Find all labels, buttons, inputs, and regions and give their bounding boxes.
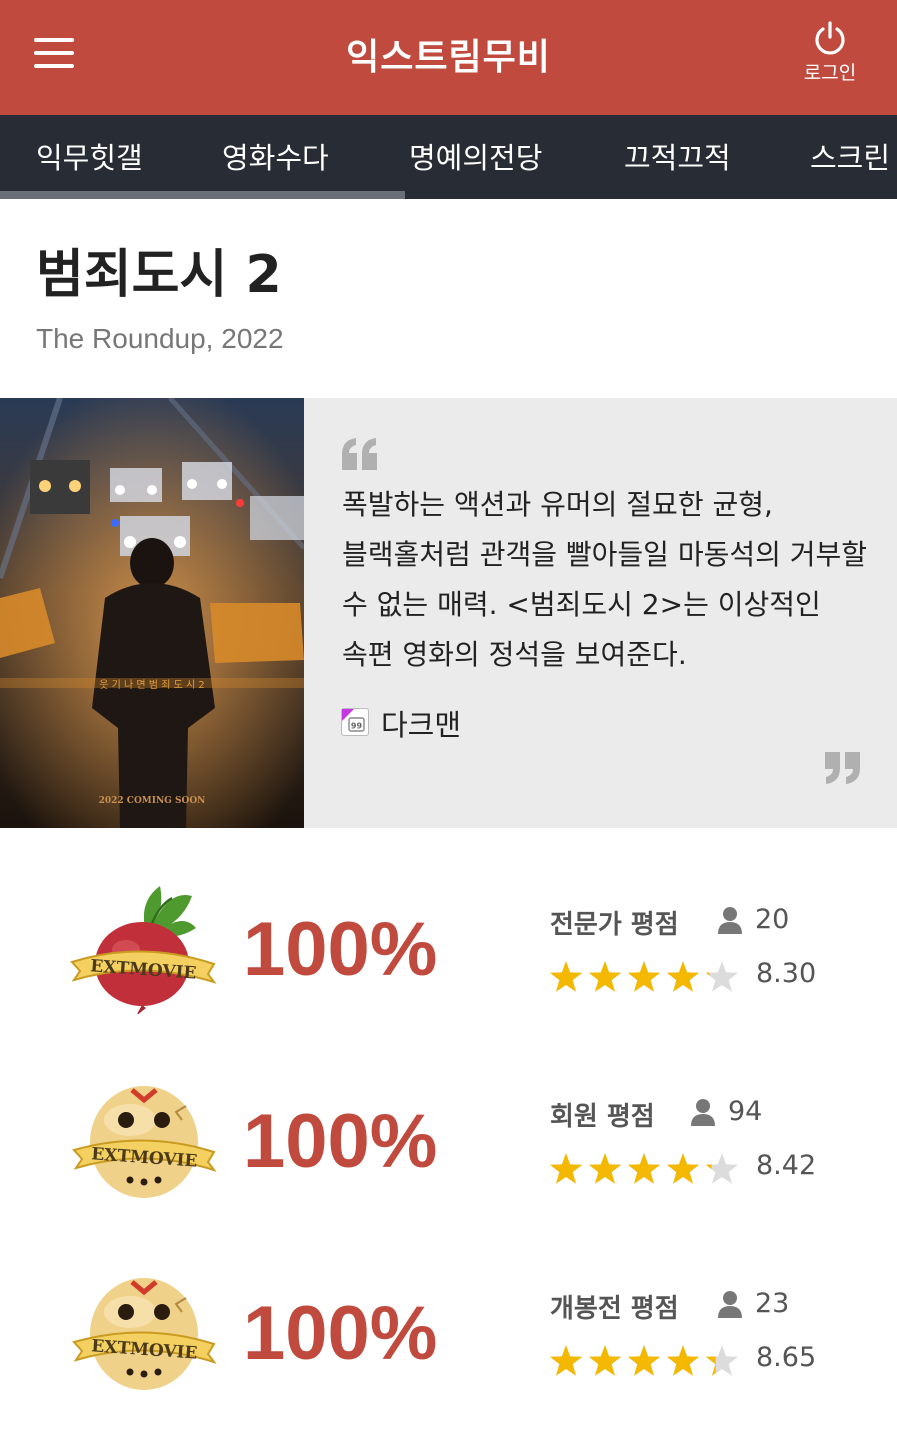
jason-mask-icon: EXTMOVIE [72,1086,217,1198]
movie-title: 범죄도시 2 [36,245,282,305]
average-rating: 8.65 [756,1342,817,1373]
score-percent: 100% [243,1291,438,1376]
movie-subtitle: The Roundup, 2022 [36,323,284,354]
average-rating: 8.42 [756,1150,817,1181]
star-filled-icon [549,961,583,992]
login-label: 로그인 [803,62,857,84]
top-bar: 익스트림무비 로그인 [0,0,897,115]
star-filled-icon [627,961,661,992]
poster-tagline: 웃 기 나 면 범 죄 도 시 2 [99,679,204,691]
score-row-prerelease[interactable]: EXTMOVIE 100% 개봉전 평점 23 8.65 [0,1268,897,1418]
critic-badge-icon: 99 [341,708,369,736]
score-percent: 100% [243,1099,438,1184]
review-quote: 폭발하는 액션과 유머의 절묘한 균형, 블랙홀처럼 관객을 빨아들일 마동석의… [342,488,868,671]
category-tabs: 익무힛갤 영화수다 명예의전당 끄적끄적 스크린 [0,115,897,199]
featured-review: 웃 기 나 면 범 죄 도 시 2 2022 COMING SOON 폭발하는 … [0,398,897,828]
close-quote-icon [825,752,860,784]
star-filled-icon [588,961,622,992]
person-icon [691,1099,715,1126]
movie-poster[interactable]: 웃 기 나 면 범 죄 도 시 2 2022 COMING SOON [0,398,304,828]
score-label: 전문가 평점 [550,910,679,940]
critic-name: 다크맨 [381,708,462,742]
score-label: 개봉전 평점 [550,1294,679,1324]
star-filled-icon [666,961,700,992]
person-icon [718,907,742,934]
average-rating: 8.30 [756,958,817,989]
score-row-critics[interactable]: EXTMOVIE 100% 전문가 평점 20 8.30 [0,884,897,1034]
star-filled-icon [666,1345,700,1376]
star-rating [549,961,739,992]
star-rating [549,1153,739,1184]
poster-release-text: 2022 COMING SOON [99,796,206,806]
tab-screen[interactable]: 스크린 [810,135,890,177]
star-rating [549,1345,739,1376]
login-button[interactable]: 로그인 [790,20,870,100]
tab-movie-talk[interactable]: 영화수다 [222,135,329,177]
tab-hall-of-fame[interactable]: 명예의전당 [409,135,542,177]
star-empty-icon [705,961,739,992]
star-filled-icon [549,1345,583,1376]
svg-text:99: 99 [351,722,363,731]
star-filled-icon [549,1153,583,1184]
star-filled-icon [666,1153,700,1184]
power-icon [815,21,845,55]
star-filled-icon [588,1153,622,1184]
site-title[interactable]: 익스트림무비 [0,28,897,80]
radish-icon: EXTMOVIE [70,886,217,1014]
star-filled-icon [627,1153,661,1184]
star-filled-icon [588,1345,622,1376]
active-tab-indicator [0,191,405,199]
tab-scribbles[interactable]: 끄적끄적 [624,135,731,177]
star-filled-icon [627,1345,661,1376]
jason-mask-icon: EXTMOVIE [72,1278,217,1390]
score-row-members[interactable]: EXTMOVIE 100% 회원 평점 94 8.42 [0,1076,897,1226]
tab-hit-gallery[interactable]: 익무힛갤 [36,135,143,177]
score-percent: 100% [243,907,438,992]
person-icon [718,1291,742,1318]
open-quote-icon [342,438,377,470]
score-label: 회원 평점 [550,1102,655,1132]
